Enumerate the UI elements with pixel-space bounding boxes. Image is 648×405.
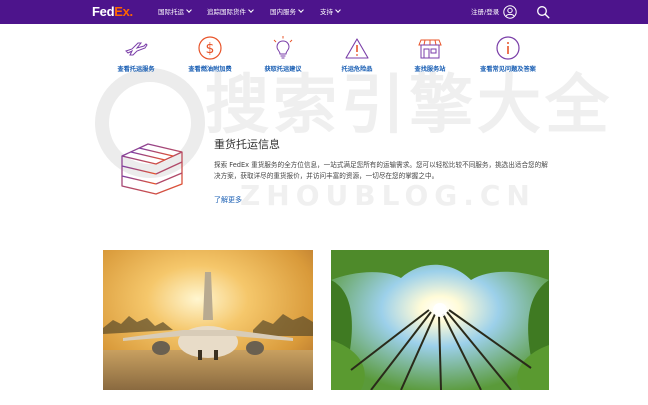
- service-label: 查看托运服务: [117, 66, 155, 73]
- dollar-icon: $: [198, 36, 222, 60]
- lightbulb-icon: [273, 36, 293, 59]
- learn-more-link[interactable]: 了解更多: [214, 195, 242, 205]
- logo-ex-text: Ex.: [114, 4, 133, 19]
- airplane-photo: [103, 250, 313, 390]
- forest-photo: [331, 250, 549, 390]
- warning-icon: [345, 38, 369, 59]
- nav-label: 国际托运: [158, 8, 184, 16]
- service-label: 获取托运建议: [264, 66, 302, 73]
- logo-fed-text: Fed: [92, 4, 115, 19]
- svg-text:$: $: [206, 41, 215, 57]
- service-shipping[interactable]: 查看托运服务: [96, 34, 176, 74]
- chevron-down-icon: [335, 7, 341, 13]
- watermark-text: 搜索引擎大全: [205, 69, 613, 143]
- login-link[interactable]: 注册/登录: [471, 6, 499, 19]
- service-find-location[interactable]: 查找服务站: [390, 34, 470, 74]
- store-icon: [418, 39, 442, 59]
- top-nav-bar: FedEx. 国际托运 追踪国际货件 国内服务 支持 注册/登录: [0, 0, 648, 24]
- service-label: 查看常见问题及答案: [480, 66, 536, 73]
- chevron-down-icon: [186, 7, 192, 13]
- nav-domestic-services[interactable]: 国内服务: [270, 6, 304, 19]
- info-icon: [496, 36, 520, 60]
- cube-icon: [121, 143, 183, 195]
- user-icon[interactable]: [503, 5, 517, 19]
- chevron-down-icon: [298, 7, 304, 13]
- service-label: 查找服务站: [414, 66, 446, 73]
- nav-label: 追踪国际货件: [207, 8, 246, 16]
- service-dangerous-goods[interactable]: 托运危险品: [317, 34, 397, 74]
- nav-label: 国内服务: [270, 8, 296, 16]
- chevron-down-icon: [248, 7, 254, 13]
- service-label: 查看燃油附加费: [188, 66, 232, 73]
- watermark-subtext: ZHOUBLOG.CN: [240, 179, 536, 212]
- nav-international-shipping[interactable]: 国际托运: [158, 6, 192, 19]
- nav-label: 支持: [320, 8, 333, 16]
- service-faq[interactable]: 查看常见问题及答案: [468, 34, 548, 74]
- service-shipping-advice[interactable]: 获取托运建议: [243, 34, 323, 74]
- service-label: 托运危险品: [341, 66, 373, 73]
- fedex-logo[interactable]: FedEx.: [92, 4, 133, 20]
- nav-track-shipments[interactable]: 追踪国际货件: [207, 6, 254, 19]
- service-fuel-surcharge[interactable]: $ 查看燃油附加费: [170, 34, 250, 74]
- freight-title: 重货托运信息: [214, 138, 280, 151]
- search-icon[interactable]: [536, 5, 550, 19]
- freight-description: 探索 FedEx 重货服务的全方位信息，一站式满足您所有的运输需求。您可以轻松比…: [214, 161, 548, 180]
- airplane-icon: [125, 42, 148, 56]
- nav-support[interactable]: 支持: [320, 6, 341, 19]
